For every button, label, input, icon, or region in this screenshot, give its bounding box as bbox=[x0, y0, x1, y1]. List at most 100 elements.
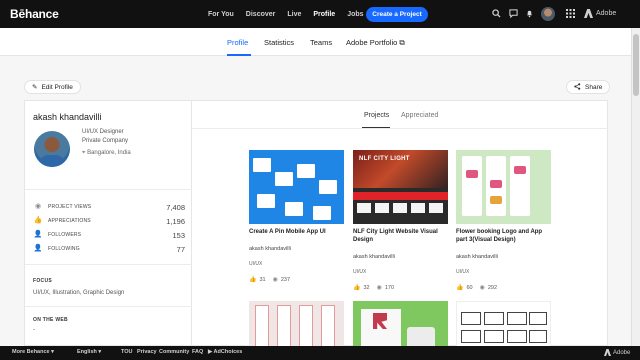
footer-adobe[interactable]: Adobe bbox=[604, 349, 630, 356]
project-thumbnail[interactable]: NLF CITY LIGHT bbox=[353, 150, 448, 224]
likes-count: 32 bbox=[363, 284, 370, 291]
project-thumbnail[interactable] bbox=[456, 150, 551, 224]
eye-icon: ◉ bbox=[376, 285, 382, 291]
views-count: 292 bbox=[487, 284, 498, 291]
projects-panel: Projects Appreciated Create A Pin Mobile… bbox=[192, 100, 608, 347]
project-card[interactable]: Create A Pin Mobile App UI akash khandav… bbox=[249, 150, 344, 283]
stat-label: PROJECT VIEWS bbox=[48, 204, 92, 210]
share-icon bbox=[574, 82, 581, 92]
subnav-teams[interactable]: Teams bbox=[310, 38, 332, 47]
stat-label: FOLLOWING bbox=[48, 246, 80, 252]
stat-label: APPRECIATIONS bbox=[48, 218, 91, 224]
focus-heading: FOCUS bbox=[33, 278, 52, 284]
project-field: UI/UX bbox=[456, 269, 470, 275]
project-thumbnail[interactable] bbox=[456, 301, 551, 347]
project-thumbnail[interactable] bbox=[249, 150, 344, 224]
project-author[interactable]: akash khandavilli bbox=[249, 246, 344, 252]
profile-photo bbox=[34, 131, 70, 167]
stat-project-views: ◉ PROJECT VIEWS 7,408 bbox=[33, 202, 185, 212]
footer-language[interactable]: English ▾ bbox=[77, 349, 101, 355]
divider bbox=[25, 264, 193, 265]
nav-jobs[interactable]: Jobs bbox=[347, 11, 363, 18]
nav-profile[interactable]: Profile bbox=[313, 11, 335, 18]
subnav-adobe-portfolio[interactable]: Adobe Portfolio ⧉ bbox=[346, 38, 405, 48]
footer-privacy[interactable]: Privacy bbox=[137, 349, 157, 355]
project-title[interactable]: Flower booking Logo and App part 3(Visua… bbox=[456, 228, 551, 244]
bell-icon[interactable] bbox=[524, 9, 534, 19]
project-author[interactable]: akash khandavilli bbox=[353, 254, 448, 260]
thumbs-up-icon: 👍 bbox=[353, 285, 361, 291]
edit-profile-label: Edit Profile bbox=[41, 83, 73, 91]
share-button[interactable]: Share bbox=[566, 80, 611, 94]
project-field: UI/UX bbox=[353, 269, 367, 275]
project-stats: 👍 31 ◉ 237 bbox=[249, 276, 344, 284]
stat-value: 7,408 bbox=[166, 202, 185, 212]
profile-occupation: UI/UX Designer Private Company bbox=[82, 128, 128, 146]
footer-community[interactable]: Community bbox=[159, 349, 189, 355]
share-label: Share bbox=[585, 83, 603, 91]
views-count: 237 bbox=[280, 276, 291, 283]
stat-value: 77 bbox=[176, 244, 185, 254]
pencil-icon: ✎ bbox=[32, 84, 38, 91]
divider bbox=[192, 128, 608, 129]
main-nav: For You Discover Live Profile Jobs bbox=[208, 0, 364, 28]
project-author[interactable]: akash khandavilli bbox=[456, 254, 551, 260]
stat-value: 1,196 bbox=[166, 216, 185, 226]
tab-appreciated[interactable]: Appreciated bbox=[401, 112, 438, 119]
location-pin-icon: ⌖ bbox=[82, 150, 86, 156]
top-navbar: Bēhance For You Discover Live Profile Jo… bbox=[0, 0, 640, 28]
profile-sidebar: akash khandavilli UI/UX Designer Private… bbox=[24, 100, 193, 346]
project-card[interactable]: NLF CITY LIGHT NLF City Light Website Vi… bbox=[353, 150, 448, 291]
profile-location: ⌖ Bangalore, India bbox=[82, 150, 131, 157]
footer-tou[interactable]: TOU bbox=[121, 349, 133, 355]
location-text: Bangalore, India bbox=[87, 150, 131, 156]
behance-logo[interactable]: Bēhance bbox=[10, 7, 59, 21]
eye-icon: ◉ bbox=[479, 285, 485, 291]
adobe-icon bbox=[584, 9, 593, 18]
stat-appreciations: 👍 APPRECIATIONS 1,196 bbox=[33, 216, 185, 226]
user-avatar[interactable] bbox=[541, 7, 555, 21]
page-scrollbar[interactable] bbox=[631, 28, 640, 346]
views-count: 170 bbox=[384, 284, 395, 291]
profile-title: UI/UX Designer bbox=[82, 129, 124, 135]
project-stats: 👍 60 ◉ 292 bbox=[456, 284, 551, 292]
project-thumbnail[interactable] bbox=[249, 301, 344, 347]
project-field: UI/UX bbox=[249, 261, 263, 267]
project-thumbnail[interactable] bbox=[353, 301, 448, 347]
eye-icon: ◉ bbox=[272, 277, 278, 283]
search-icon[interactable] bbox=[491, 9, 501, 19]
nav-discover[interactable]: Discover bbox=[246, 11, 276, 18]
edit-profile-button[interactable]: ✎ Edit Profile bbox=[24, 80, 81, 94]
footer-faq[interactable]: FAQ bbox=[192, 349, 203, 355]
project-title[interactable]: Create A Pin Mobile App UI bbox=[249, 228, 344, 236]
on-the-web-text: - bbox=[33, 327, 35, 333]
adobe-label: Adobe bbox=[596, 10, 617, 17]
eye-icon: ◉ bbox=[34, 203, 42, 210]
adobe-icon bbox=[604, 349, 611, 356]
project-card[interactable]: Flower booking Logo and App part 3(Visua… bbox=[456, 150, 551, 291]
scrollbar-thumb[interactable] bbox=[633, 34, 639, 96]
subnav-profile[interactable]: Profile bbox=[227, 38, 248, 47]
project-title[interactable]: NLF City Light Website Visual Design bbox=[353, 228, 448, 244]
likes-count: 60 bbox=[466, 284, 473, 291]
thumbnail-headline: NLF CITY LIGHT bbox=[359, 156, 410, 162]
nav-live[interactable]: Live bbox=[287, 11, 301, 18]
divider bbox=[25, 306, 193, 307]
create-project-button[interactable]: Create a Project bbox=[366, 7, 428, 22]
stat-following[interactable]: 👤 FOLLOWING 77 bbox=[33, 244, 185, 254]
footer-adchoices[interactable]: ▶ AdChoices bbox=[208, 349, 242, 355]
footer-adobe-label: Adobe bbox=[613, 349, 631, 356]
chat-icon[interactable] bbox=[508, 9, 518, 19]
profile-name: akash khandavilli bbox=[33, 112, 102, 122]
subnav-statistics[interactable]: Statistics bbox=[264, 38, 294, 47]
grid-icon[interactable] bbox=[565, 9, 575, 19]
tab-projects[interactable]: Projects bbox=[364, 112, 389, 119]
project-stats: 👍 32 ◉ 170 bbox=[353, 284, 448, 292]
active-tab-indicator bbox=[227, 54, 251, 56]
stat-followers[interactable]: 👤 FOLLOWERS 153 bbox=[33, 230, 185, 240]
nav-for-you[interactable]: For You bbox=[208, 11, 234, 18]
on-the-web-heading: ON THE WEB bbox=[33, 317, 68, 323]
footer-more-behance[interactable]: More Behance ▾ bbox=[12, 349, 54, 355]
adobe-brand[interactable]: Adobe bbox=[584, 9, 616, 18]
profile-company: Private Company bbox=[82, 138, 129, 144]
